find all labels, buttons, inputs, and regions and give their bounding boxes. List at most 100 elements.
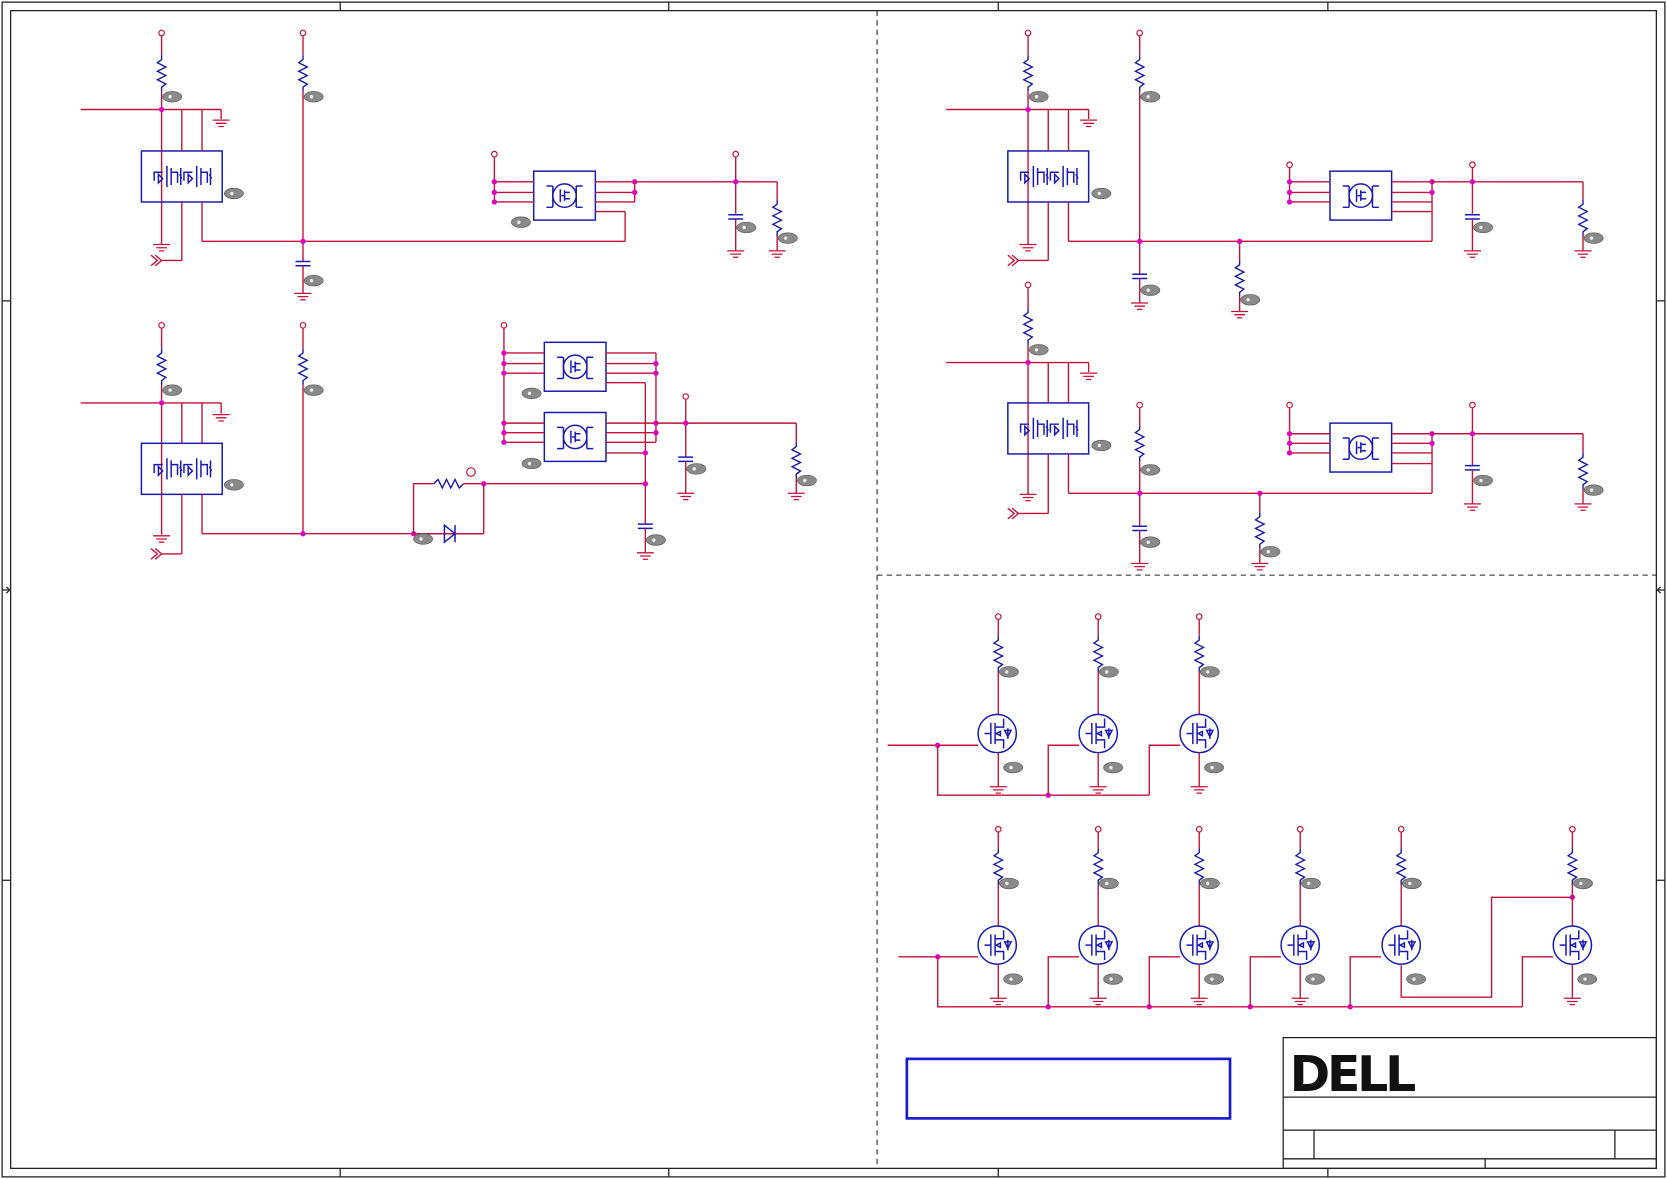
title-block: DELL (1282, 1036, 1657, 1170)
power-pin (994, 825, 1002, 833)
circuit-block-b (80, 321, 818, 560)
power-pin (732, 150, 740, 158)
ground-symbol (787, 492, 806, 501)
power-pin (1469, 401, 1476, 409)
ground-symbol (152, 535, 171, 543)
ground-symbol (212, 413, 231, 422)
mosfet (1552, 925, 1593, 965)
mosfet (1280, 925, 1321, 965)
capacitor (677, 456, 694, 463)
capacitor (294, 260, 312, 267)
mosfet (1179, 713, 1220, 754)
mosfet (1381, 925, 1422, 965)
ground-symbol (1573, 250, 1593, 258)
mosfet (1078, 925, 1119, 965)
power-pin (299, 29, 307, 37)
capacitor (637, 523, 654, 530)
resistor (1578, 452, 1588, 490)
sheet-frame (1, 1, 1666, 1178)
pullup-resistor (156, 54, 167, 93)
power-pin (1296, 825, 1304, 833)
pullup-resistor (993, 635, 1004, 673)
ground-symbol (293, 292, 313, 301)
ground-symbol (989, 786, 1008, 794)
ground-symbol (212, 119, 231, 128)
notice-box (905, 1057, 1232, 1120)
circuit-block-d (946, 281, 1604, 571)
ground-symbol (1250, 562, 1269, 571)
pullup-resistor (993, 847, 1004, 886)
resistor (1254, 511, 1265, 550)
series-resistor (433, 477, 465, 490)
resistor (772, 199, 783, 237)
power-pin (1569, 825, 1576, 833)
ground-symbol (676, 492, 695, 501)
ground-symbol (1190, 997, 1209, 1006)
resistor (1578, 199, 1588, 237)
mosfet-package (543, 341, 607, 392)
mosfet-package (1329, 170, 1393, 221)
dual-mosfet (1007, 150, 1090, 203)
dual-mosfet (140, 150, 223, 203)
power-pin (1094, 613, 1102, 620)
power-pin (1286, 401, 1293, 409)
power-pin (158, 321, 165, 329)
circuit-block-c (946, 29, 1604, 319)
ground-symbol (1130, 562, 1149, 571)
pullup-resistor (1023, 54, 1033, 93)
capacitor (1131, 273, 1148, 280)
dell-logo: DELL (1290, 1046, 1445, 1103)
power-pin (1136, 401, 1144, 409)
ground-symbol (1190, 786, 1209, 794)
pullup-resistor (1194, 635, 1205, 673)
mosfet (977, 925, 1018, 965)
ground-symbol (1079, 119, 1098, 128)
power-pin (1024, 281, 1032, 289)
power-pin (682, 393, 690, 400)
pullup-resistor (156, 348, 167, 386)
ground-symbol (1018, 243, 1038, 252)
power-pin (1195, 825, 1203, 833)
power-pin (500, 321, 508, 329)
pullup-resistor (1093, 635, 1104, 673)
power-pin (1024, 29, 1032, 37)
capacitor (1131, 525, 1148, 532)
pullup-resistor (1093, 847, 1104, 886)
power-pin (1469, 161, 1476, 169)
ground-symbol (636, 552, 655, 560)
ground-symbol (152, 243, 171, 252)
power-pin (1397, 825, 1405, 833)
power-pin (1136, 29, 1144, 37)
power-pin (994, 613, 1002, 620)
ground-symbol (726, 250, 745, 258)
pullup-resistor (1134, 54, 1145, 93)
resistor (1234, 259, 1245, 298)
mosfet-package (532, 170, 597, 221)
mosfet-row-3 (887, 613, 1225, 798)
power-pin (1286, 161, 1293, 169)
schematic-sheet: DELL (1, 1, 1666, 1178)
power-pin (299, 321, 307, 329)
ground-symbol (1563, 997, 1582, 1006)
ground-symbol (1079, 372, 1098, 381)
power-pin (1195, 613, 1203, 620)
pullup-resistor (298, 54, 308, 93)
mosfet (1078, 713, 1119, 754)
ground-symbol (1089, 997, 1108, 1006)
dual-mosfet (140, 442, 223, 496)
resistor (791, 441, 802, 480)
capacitor (1464, 214, 1481, 220)
ground-symbol (1130, 302, 1149, 311)
svg-text:DELL: DELL (1290, 1046, 1416, 1103)
ground-symbol (1291, 997, 1310, 1006)
ground-symbol (1463, 250, 1482, 258)
pullup-resistor (1023, 307, 1033, 346)
mosfet-package (543, 411, 607, 463)
ground-symbol (768, 250, 787, 258)
pullup-resistor (1295, 847, 1306, 886)
ground-symbol (1089, 786, 1108, 794)
ground-symbol (1230, 310, 1249, 319)
power-pin (491, 150, 498, 158)
mosfet-package (1329, 422, 1393, 473)
power-pin (158, 29, 165, 37)
